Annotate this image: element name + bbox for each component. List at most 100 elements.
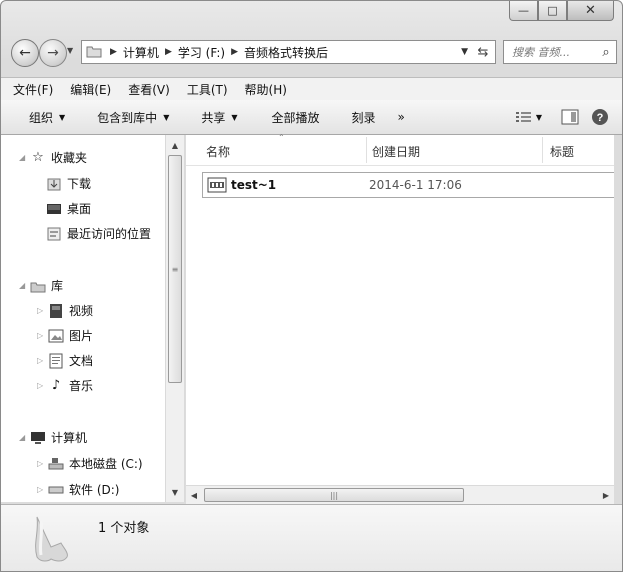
chevron-down-icon[interactable]: ▼: [536, 113, 542, 122]
play-all-button[interactable]: 全部播放: [272, 109, 320, 126]
include-library-label: 包含到库中: [97, 110, 158, 125]
nav-pictures-label: 图片: [69, 329, 94, 343]
star-icon: ☆: [32, 150, 44, 165]
nav-desktop-label: 桌面: [67, 202, 92, 216]
column-divider[interactable]: [366, 137, 367, 163]
file-date: 2014-6-1 17:06: [369, 178, 462, 192]
menu-help[interactable]: 帮助(H): [245, 81, 287, 98]
chevron-right-icon[interactable]: ▶: [110, 47, 117, 57]
nav-favorites[interactable]: ◢ ☆ 收藏夹: [19, 149, 87, 166]
column-header-title[interactable]: 标题: [550, 143, 574, 160]
view-list-icon: [515, 112, 531, 122]
scroll-thumb[interactable]: ≡: [168, 155, 182, 383]
breadcrumb-computer[interactable]: 计算机: [123, 44, 159, 61]
scroll-right-arrow-icon[interactable]: ▶: [598, 486, 614, 504]
search-box[interactable]: 搜索 音频... ⌕: [503, 40, 617, 64]
share-button[interactable]: 共享 ▼: [201, 109, 237, 126]
music-note-icon: ♪: [51, 378, 61, 393]
file-type-icon: [35, 516, 68, 562]
close-button[interactable]: ✕: [567, 1, 614, 21]
address-bar[interactable]: ▶ 计算机 ▶ 学习 (F:) ▶ 音频格式转换后 ▼: [81, 40, 473, 64]
nav-downloads[interactable]: 下载: [45, 175, 91, 192]
chevron-right-icon[interactable]: ▶: [165, 47, 172, 57]
library-icon: [29, 278, 47, 294]
forward-button[interactable]: →: [39, 39, 67, 67]
view-controls: ▼ ?: [506, 106, 612, 128]
horizontal-scrollbar[interactable]: ◀ ||| ▶: [186, 485, 614, 504]
organize-button[interactable]: 组织 ▼: [29, 109, 65, 126]
caption-buttons: — □ ✕: [509, 1, 614, 21]
nav-local-disk[interactable]: ▷ 本地磁盘 (C:): [37, 455, 143, 472]
expand-arrow-icon[interactable]: ▷: [37, 331, 47, 340]
explorer-window: — □ ✕ ← → ▼ ▶ 计算机 ▶ 学习 (F:) ▶ 音频格式转换后 ▼ …: [0, 0, 623, 572]
organize-label: 组织: [29, 110, 54, 125]
breadcrumb-drive[interactable]: 学习 (F:): [178, 44, 225, 61]
expand-arrow-icon[interactable]: ▷: [37, 381, 47, 390]
collapse-arrow-icon[interactable]: ◢: [19, 433, 29, 442]
column-divider[interactable]: [542, 137, 543, 163]
refresh-button[interactable]: ⇆: [471, 40, 496, 64]
column-headers: ⌃ 名称 创建日期 标题: [186, 133, 614, 166]
menu-tools[interactable]: 工具(T): [187, 81, 228, 98]
computer-icon: [29, 430, 47, 446]
download-folder-icon: [45, 176, 63, 192]
include-library-button[interactable]: 包含到库中 ▼: [97, 109, 169, 126]
nav-computer[interactable]: ◢ 计算机: [19, 429, 87, 446]
burn-button[interactable]: 刻录: [352, 109, 376, 126]
more-commands-button[interactable]: »: [398, 110, 405, 124]
breadcrumb-folder[interactable]: 音频格式转换后: [244, 44, 328, 61]
scroll-down-arrow-icon[interactable]: ▼: [166, 484, 184, 500]
search-icon[interactable]: ⌕: [596, 45, 616, 60]
preview-pane-button[interactable]: [558, 106, 582, 128]
nav-software-drive[interactable]: ▷ 软件 (D:): [37, 481, 119, 498]
file-row[interactable]: test~1 2014-6-1 17:06: [202, 172, 614, 198]
nav-favorites-label: 收藏夹: [51, 151, 88, 165]
scroll-left-arrow-icon[interactable]: ◀: [186, 486, 202, 504]
help-button[interactable]: ?: [588, 106, 612, 128]
collapse-arrow-icon[interactable]: ◢: [19, 153, 29, 162]
help-icon: ?: [592, 109, 608, 125]
preview-pane-icon: [561, 109, 579, 125]
nav-videos[interactable]: ▷ 视频: [37, 302, 93, 319]
menu-edit[interactable]: 编辑(E): [70, 81, 111, 98]
audio-file-icon: [207, 177, 227, 193]
arrow-right-icon: →: [47, 45, 59, 61]
document-library-icon: [47, 353, 65, 369]
recent-pages-dropdown[interactable]: ▼: [67, 46, 73, 55]
collapse-arrow-icon[interactable]: ◢: [19, 281, 29, 290]
system-drive-icon: [47, 456, 65, 472]
chevron-right-icon[interactable]: ▶: [231, 47, 238, 57]
menu-file[interactable]: 文件(F): [13, 81, 53, 98]
nav-recent[interactable]: 最近访问的位置: [45, 225, 151, 242]
file-name: test~1: [231, 178, 277, 192]
scroll-thumb[interactable]: |||: [204, 488, 464, 502]
expand-arrow-icon[interactable]: ▷: [37, 459, 47, 468]
search-placeholder[interactable]: 搜索 音频...: [504, 44, 596, 60]
expand-arrow-icon[interactable]: ▷: [37, 356, 47, 365]
nav-vertical-scrollbar[interactable]: ▲ ≡ ▼: [165, 135, 185, 502]
recent-places-icon: [45, 226, 63, 242]
arrow-left-icon: ←: [19, 45, 31, 61]
column-header-date[interactable]: 创建日期: [372, 143, 420, 160]
nav-pictures[interactable]: ▷ 图片: [37, 327, 93, 344]
chevron-down-icon[interactable]: ▼: [461, 47, 468, 57]
column-header-name[interactable]: 名称: [206, 143, 230, 160]
navigation-pane: ◢ ☆ 收藏夹 下载 桌面 最近访问的位置 ◢ 库 ▷ 视频 ▷ 图片 ▷ 文档…: [1, 135, 165, 502]
nav-libraries-label: 库: [51, 279, 64, 293]
scroll-up-arrow-icon[interactable]: ▲: [166, 137, 184, 153]
back-button[interactable]: ←: [11, 39, 39, 67]
nav-libraries[interactable]: ◢ 库: [19, 277, 63, 294]
nav-music-label: 音乐: [69, 379, 94, 393]
expand-arrow-icon[interactable]: ▷: [37, 306, 47, 315]
expand-arrow-icon[interactable]: ▷: [37, 485, 47, 494]
maximize-button[interactable]: □: [538, 1, 567, 21]
nav-documents[interactable]: ▷ 文档: [37, 352, 93, 369]
nav-local-disk-label: 本地磁盘 (C:): [69, 457, 143, 471]
nav-music[interactable]: ▷ ♪ 音乐: [37, 377, 93, 394]
menu-view[interactable]: 查看(V): [128, 81, 170, 98]
minimize-button[interactable]: —: [509, 1, 538, 21]
nav-desktop[interactable]: 桌面: [45, 200, 91, 217]
change-view-button[interactable]: [512, 106, 536, 128]
chevron-down-icon: ▼: [231, 112, 238, 122]
details-pane: 1 个对象: [1, 504, 622, 571]
